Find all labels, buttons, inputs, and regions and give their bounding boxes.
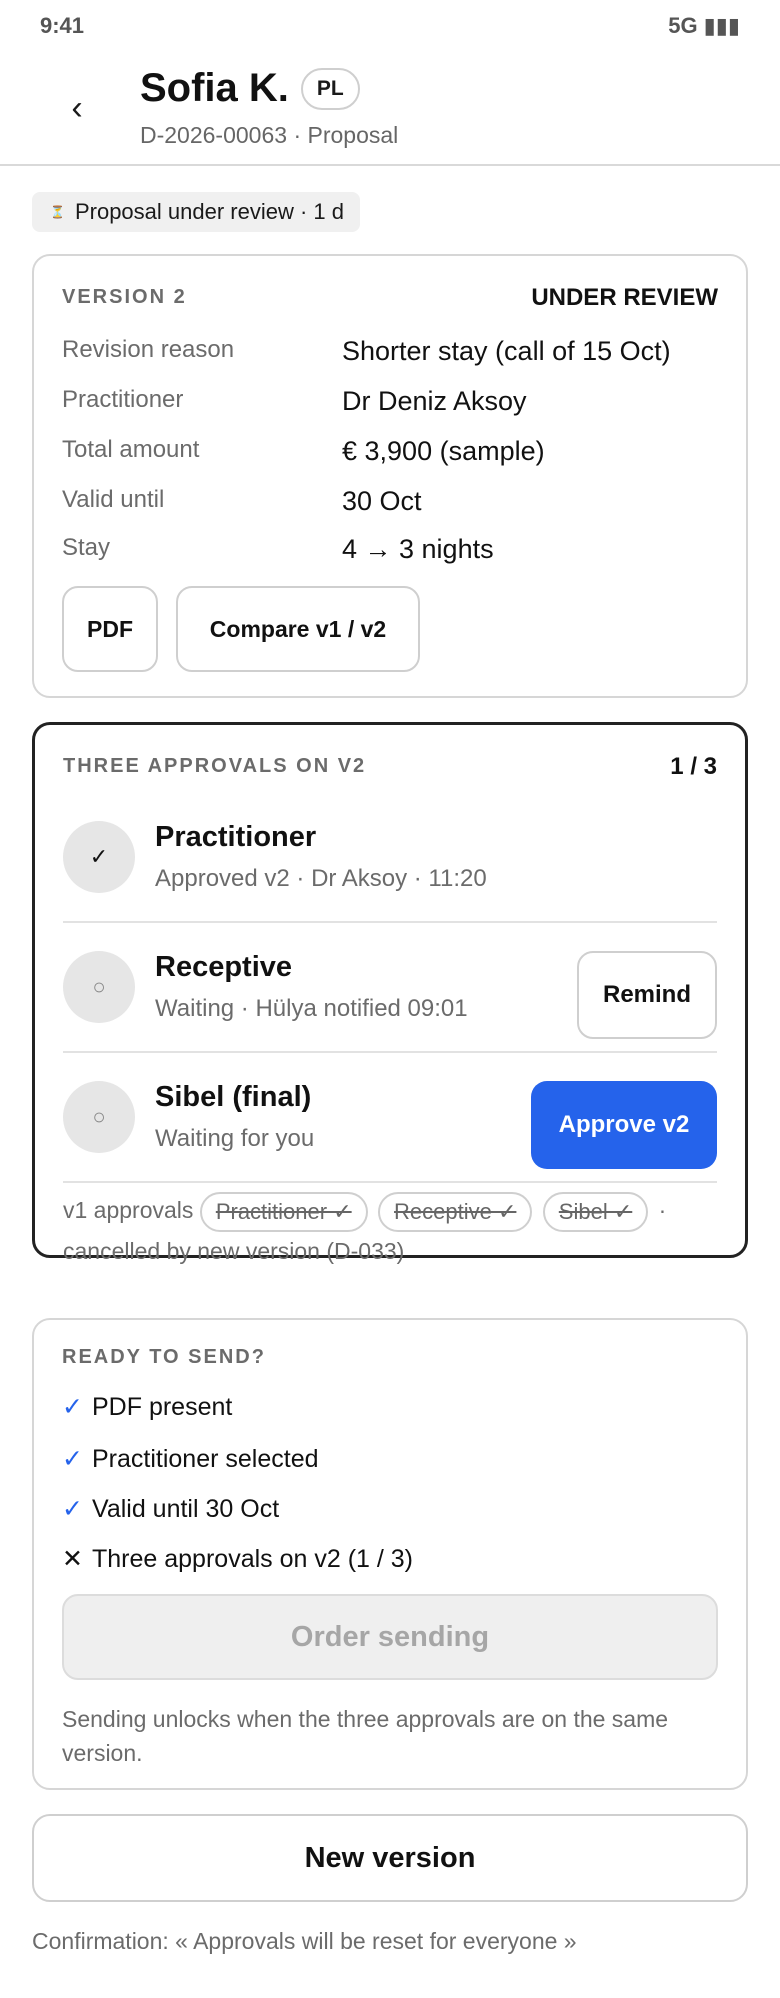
field-practitioner: Practitioner Dr Deniz Aksoy <box>62 386 722 417</box>
check-pdf: ✓ PDF present <box>62 1392 232 1422</box>
status-bar: 9:41 5G ▮▮▮ <box>0 0 780 52</box>
version-state: UNDER REVIEW <box>531 284 718 311</box>
field-valid-until: Valid until 30 Oct <box>62 486 722 517</box>
field-value: Shorter stay (call of 15 Oct) <box>342 336 671 366</box>
version-card: VERSION 2 UNDER REVIEW Revision reason S… <box>32 254 748 698</box>
status-text: Proposal under review · 1 d <box>74 199 344 224</box>
v1-approvals-note: v1 approvals Practitioner ✓ Receptive ✓ … <box>63 1191 723 1270</box>
approval-row-practitioner: ✓ Practitioner Approved v2 · Dr Aksoy · … <box>63 793 717 923</box>
confirmation-note: Confirmation: « Approvals will be reset … <box>32 1928 577 1954</box>
field-key: Valid until <box>62 486 165 513</box>
check-approvals: ✕ Three approvals on v2 (1 / 3) <box>62 1544 413 1574</box>
field-total-amount: Total amount € 3,900 (sample) <box>62 436 722 467</box>
ready-to-send-card: READY TO SEND? ✓ PDF present ✓ Practitio… <box>32 1318 748 1790</box>
pending-circle-icon: ○ <box>63 951 135 1023</box>
approval-row-receptive: ○ Receptive Waiting · Hülya notified 09:… <box>63 923 717 1053</box>
v1-chip-receptive: Receptive ✓ <box>378 1191 533 1232</box>
approval-row-sibel: ○ Sibel (final) Waiting for you Approve … <box>63 1053 717 1183</box>
approver-name: Receptive <box>155 951 293 983</box>
remind-button[interactable]: Remind <box>577 951 717 1039</box>
status-time: 9:41 <box>40 13 85 38</box>
field-revision-reason: Revision reason Shorter stay (call of 15… <box>62 336 722 367</box>
approval-status: Waiting · Hülya notified 09:01 <box>155 995 468 1022</box>
chevron-left-icon[interactable]: ‹ <box>60 88 94 128</box>
field-value: Dr Deniz Aksoy <box>342 386 527 416</box>
cross-icon: ✕ <box>62 1545 83 1573</box>
checkmark-icon: ✓ <box>62 1445 83 1473</box>
approvals-card: THREE APPROVALS ON V2 1 / 3 ✓ Practition… <box>32 722 748 1264</box>
checkmark-icon: ✓ <box>62 1393 83 1421</box>
approval-status: Approved v2 · Dr Aksoy · 11:20 <box>155 865 487 892</box>
page-title: Sofia K. <box>140 66 289 110</box>
field-key: Stay <box>62 534 111 561</box>
version-label: VERSION 2 <box>62 286 187 308</box>
unlock-note: Sending unlocks when the three approvals… <box>62 1706 669 1766</box>
new-version-button[interactable]: New version <box>32 1814 748 1902</box>
check-text: Three approvals on v2 (1 / 3) <box>92 1544 413 1573</box>
approval-status: Waiting for you <box>155 1125 315 1152</box>
page-subtitle: D-2026-00063 · Proposal <box>140 122 399 148</box>
v1-chip-sibel: Sibel ✓ <box>542 1191 649 1232</box>
field-value: 4 → 3 nights <box>342 534 494 564</box>
check-icon: ✓ <box>63 821 135 893</box>
language-badge: PL <box>300 67 360 110</box>
field-value: 30 Oct <box>342 486 422 516</box>
v1-chip-practitioner: Practitioner ✓ <box>199 1191 368 1232</box>
approver-name: Practitioner <box>155 821 317 853</box>
approver-name: Sibel (final) <box>155 1081 312 1113</box>
header: ‹ Sofia K. PL D-2026-00063 · Proposal <box>0 52 780 166</box>
field-key: Total amount <box>62 436 200 463</box>
hourglass-icon: ⏳ <box>50 205 65 219</box>
title-row: Sofia K. PL <box>140 66 360 111</box>
approvals-count: 1 / 3 <box>670 753 717 780</box>
signal-indicator: 5G ▮▮▮ <box>668 13 740 38</box>
field-key: Revision reason <box>62 336 235 363</box>
field-key: Practitioner <box>62 386 184 413</box>
check-text: PDF present <box>92 1392 233 1421</box>
pending-circle-icon: ○ <box>63 1081 135 1153</box>
compare-versions-button[interactable]: Compare v1 / v2 <box>176 586 420 672</box>
v1-approvals-prefix: v1 approvals <box>63 1197 194 1223</box>
order-sending-button[interactable]: Order sending <box>62 1594 718 1680</box>
check-valid-until: ✓ Valid until 30 Oct <box>62 1494 279 1524</box>
check-text: Valid until 30 Oct <box>92 1494 280 1523</box>
checkmark-icon: ✓ <box>62 1495 83 1523</box>
ready-label: READY TO SEND? <box>62 1346 266 1368</box>
check-practitioner: ✓ Practitioner selected <box>62 1444 319 1474</box>
pdf-button[interactable]: PDF <box>62 586 158 672</box>
status-badge: ⏳ Proposal under review · 1 d <box>32 192 360 232</box>
approve-v2-button[interactable]: Approve v2 <box>531 1081 717 1169</box>
check-text: Practitioner selected <box>92 1444 319 1473</box>
approvals-label: THREE APPROVALS ON V2 <box>63 755 367 777</box>
field-stay: Stay 4 → 3 nights <box>62 534 722 565</box>
field-value: € 3,900 (sample) <box>342 436 545 466</box>
